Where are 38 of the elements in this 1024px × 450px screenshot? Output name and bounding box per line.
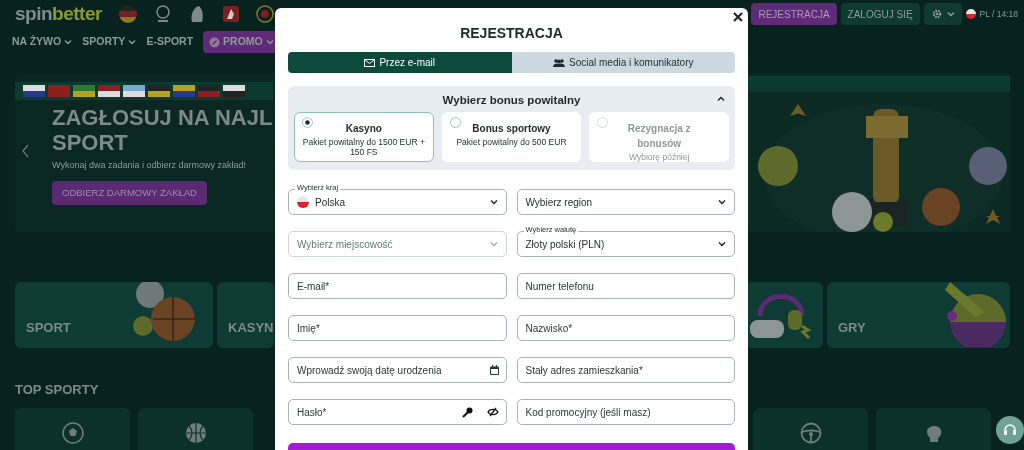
claim-button[interactable]: ODBIERZ DARMOWY ZAKŁAD: [52, 180, 207, 205]
login-button[interactable]: ZALOGUJ SIĘ: [840, 3, 920, 25]
hero-title: SPORT: [52, 130, 129, 156]
input-field[interactable]: Imię*: [288, 315, 507, 341]
password-field[interactable]: Hasło*: [288, 399, 507, 425]
category-label: GRY: [838, 318, 866, 337]
option-description: Pakiet powitalny do 500 EUR: [455, 136, 568, 148]
nav-link[interactable]: E-SPORT: [146, 32, 194, 52]
category-card[interactable]: KASYN: [217, 282, 274, 348]
input-field[interactable]: Stały adres zamieszkania*: [516, 357, 735, 383]
category-label: KASYN: [228, 318, 274, 337]
select-field[interactable]: Wybierz region: [516, 189, 735, 215]
locale-time[interactable]: PL / 14:18: [979, 7, 1018, 21]
tab[interactable]: Social media i komunikatory: [511, 52, 735, 73]
input-field[interactable]: Nazwisko*: [516, 315, 735, 341]
bonus-option[interactable]: Kasyno Pakiet powitalny do 1500 EUR + 150 FS: [294, 112, 434, 162]
dialog-title: REJESTRACJA: [459, 24, 564, 43]
input-field[interactable]: E-mail*: [288, 273, 507, 299]
panel-title: Wybierz bonus powitalny: [442, 94, 581, 106]
option-description: Pakiet powitalny do 1500 EUR + 150 FS: [301, 136, 426, 158]
category-card[interactable]: GRY: [827, 282, 1010, 348]
hero-title: ZAGŁOSUJ NA NAJL: [52, 106, 273, 131]
option-title: Bonus sportowy: [471, 122, 552, 136]
bonus-option[interactable]: Bonus sportowy Pakiet powitalny do 500 EUR: [441, 112, 582, 162]
date-field[interactable]: Wprowadź swoją datę urodzenia: [288, 357, 507, 383]
option-title: Rezygnacja z bonusów: [626, 122, 692, 151]
register-button[interactable]: REJESTRACJA: [751, 3, 837, 25]
option-title: Kasyno: [344, 122, 383, 136]
nav-link[interactable]: SPORTY: [82, 32, 137, 52]
option-description: Wybiorę później: [627, 151, 691, 163]
category-card[interactable]: SPORT: [15, 282, 213, 348]
nav-link[interactable]: NA ŻYWO: [12, 32, 73, 52]
logo[interactable]: spinbetter: [15, 0, 102, 29]
section-title: TOP SPORTY: [15, 381, 100, 399]
input-field[interactable]: Numer telefonu: [516, 273, 735, 299]
input-field[interactable]: Kod promocyjny (jeśli masz): [516, 399, 735, 425]
category-label: SPORT: [26, 318, 71, 337]
tab[interactable]: Przez e-mail: [288, 52, 512, 73]
